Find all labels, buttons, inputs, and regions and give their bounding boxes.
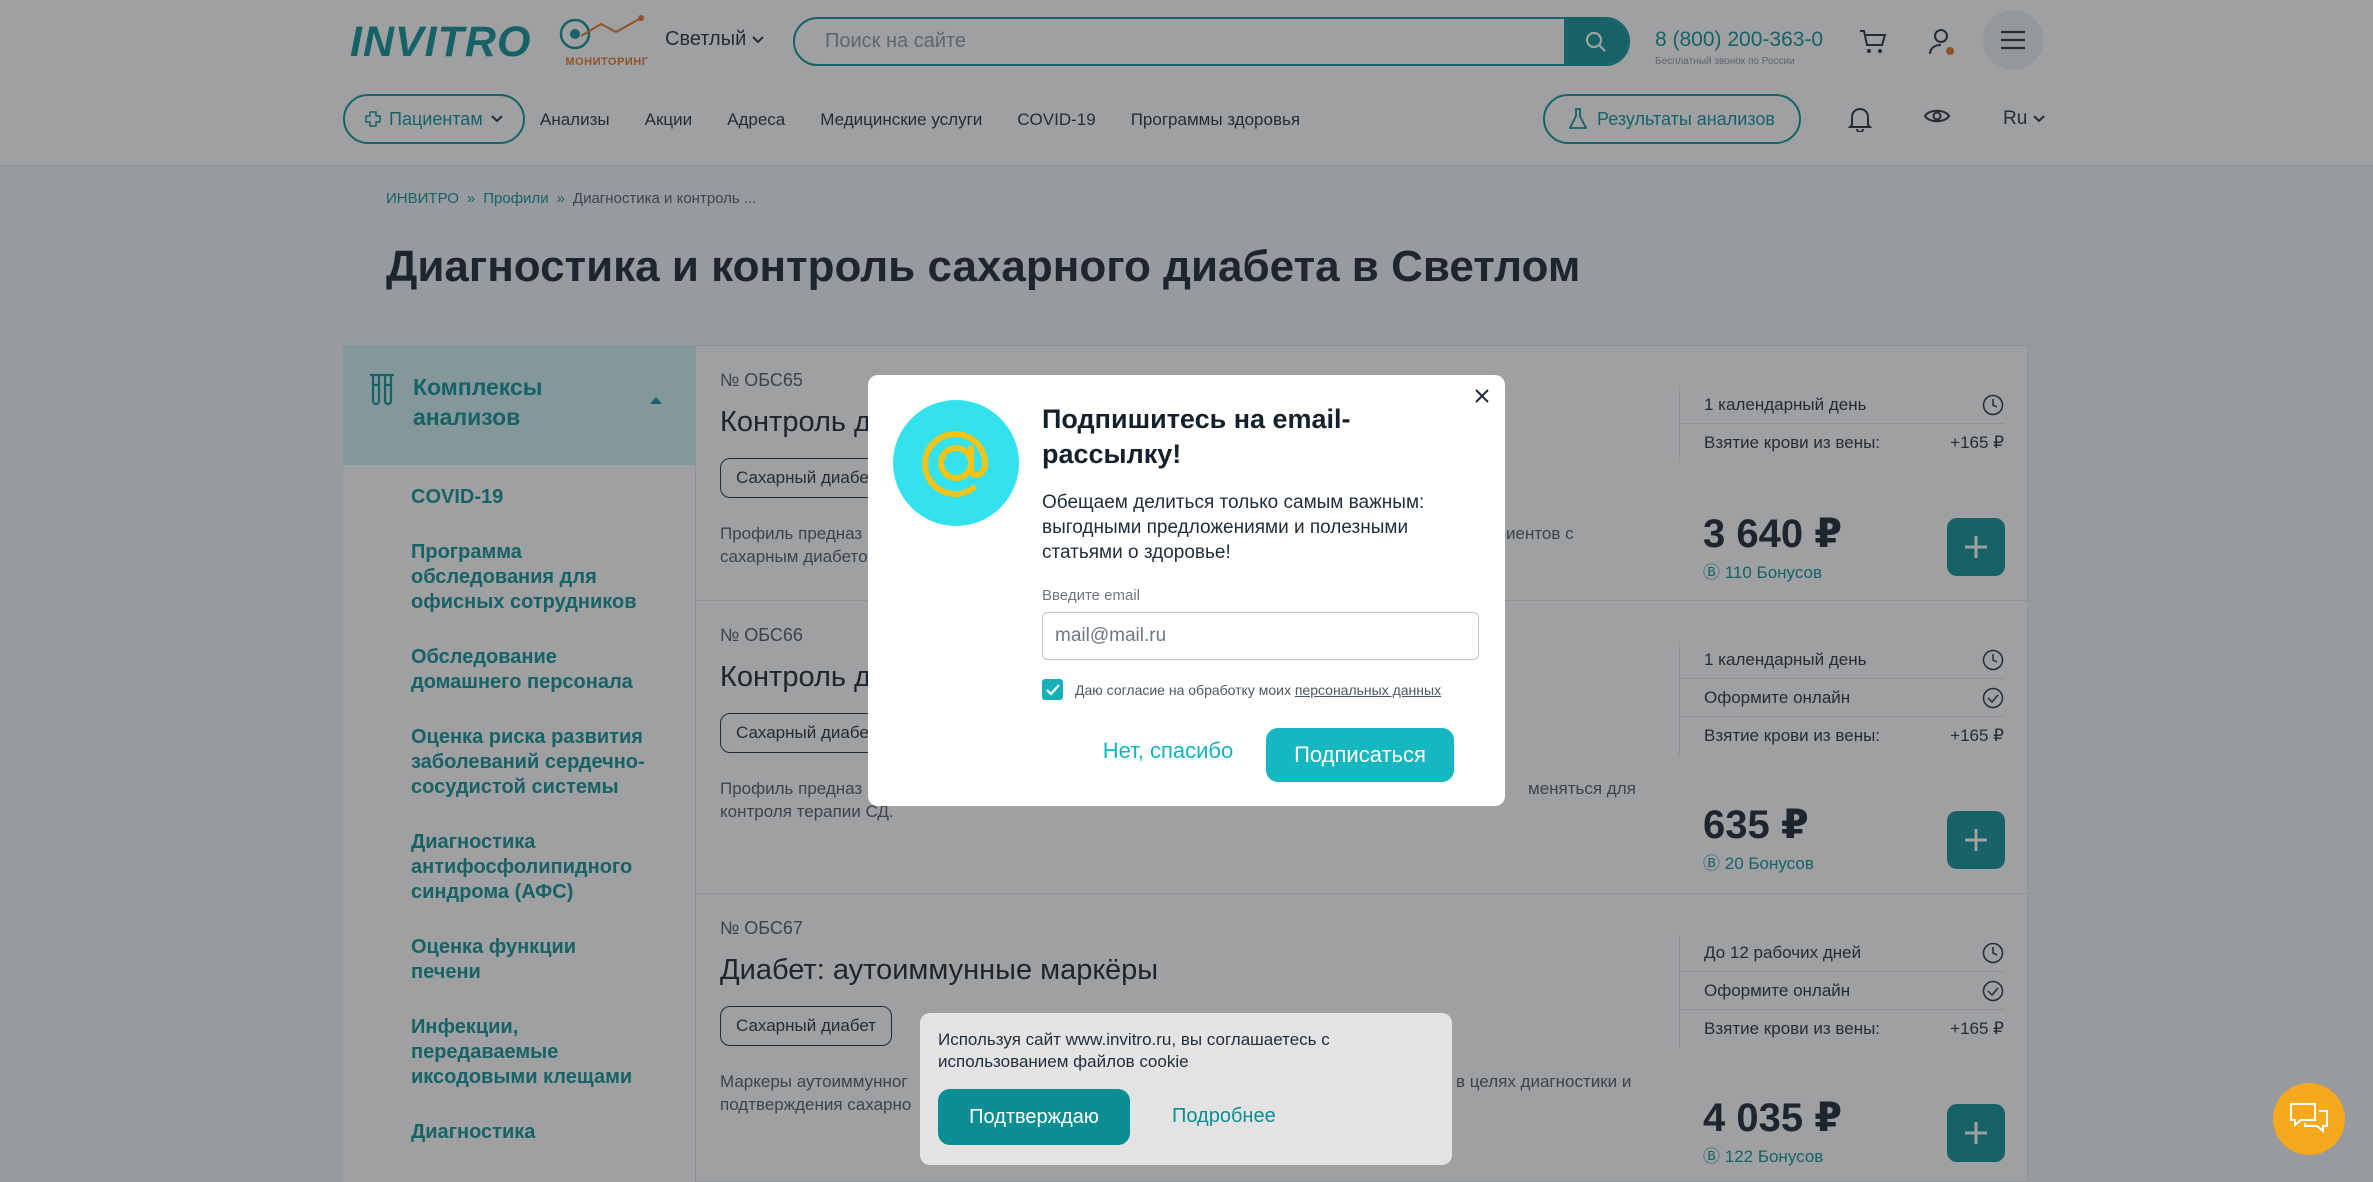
modal-title: Подпишитесь на email-рассылку!: [1042, 404, 1351, 469]
close-button[interactable]: [1469, 383, 1495, 409]
subscribe-button[interactable]: Подписаться: [1266, 728, 1454, 782]
consent-label: Даю согласие на обработку моих персональ…: [1075, 682, 1441, 698]
modal-text: Обещаем делиться только самым важным: вы…: [1042, 492, 1425, 563]
no-thanks-button[interactable]: Нет, спасибо: [1068, 738, 1268, 764]
close-icon: [1475, 389, 1489, 403]
check-icon: [1045, 683, 1060, 696]
at-sign-icon: [922, 430, 989, 497]
email-at-icon: [893, 400, 1019, 526]
personal-data-link[interactable]: персональных данных: [1295, 682, 1441, 698]
consent-text: Даю согласие на обработку моих: [1075, 681, 1291, 698]
cookie-confirm-button[interactable]: Подтверждаю: [938, 1089, 1130, 1145]
cookie-more-link[interactable]: Подробнее: [1172, 1105, 1276, 1128]
cookie-text: Используя сайт www.invitro.ru, вы соглаш…: [938, 1030, 1330, 1071]
subscribe-modal: Подпишитесь на email-рассылку! Обещаем д…: [868, 375, 1505, 806]
chat-button[interactable]: [2273, 1083, 2345, 1155]
cookie-banner: Используя сайт www.invitro.ru, вы соглаш…: [920, 1013, 1452, 1165]
email-input[interactable]: [1042, 612, 1479, 660]
consent-checkbox[interactable]: [1042, 679, 1063, 700]
chat-bubbles-icon: [2290, 1103, 2328, 1134]
email-label: Введите email: [1042, 587, 1141, 604]
consent-row: Даю согласие на обработку моих персональ…: [1042, 679, 1441, 700]
